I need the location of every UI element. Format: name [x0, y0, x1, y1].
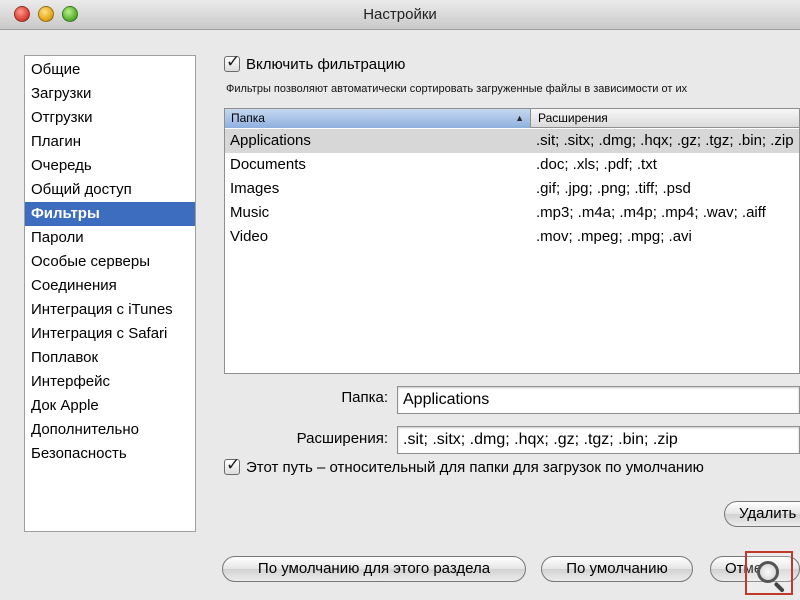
extensions-cell: .mp3; .m4a; .m4p; .mp4; .wav; .aiff: [536, 204, 766, 221]
folder-field-label: Папка:: [341, 389, 388, 406]
magnifier-handle: [773, 581, 785, 593]
sidebar-item-dock[interactable]: Док Apple: [25, 394, 195, 418]
section-defaults-button[interactable]: По умолчанию для этого раздела: [222, 556, 526, 582]
delete-button[interactable]: Удалить: [724, 501, 800, 527]
table-body: Applications .sit; .sitx; .dmg; .hqx; .g…: [225, 129, 799, 249]
filters-description: Фильтры позволяют автоматически сортиров…: [226, 83, 688, 95]
sort-ascending-icon: ▲: [515, 113, 524, 123]
folder-cell: Video: [230, 228, 269, 245]
table-row[interactable]: Applications .sit; .sitx; .dmg; .hqx; .g…: [225, 129, 799, 153]
sidebar-item-security[interactable]: Безопасность: [25, 442, 195, 466]
magnifier-icon: [757, 561, 779, 583]
extensions-cell: .gif; .jpg; .png; .tiff; .psd: [536, 180, 691, 197]
sidebar-item-uploads[interactable]: Отгрузки: [25, 106, 195, 130]
folder-cell: Documents: [230, 156, 306, 173]
title-bar: Настройки: [0, 0, 800, 30]
sidebar-item-itunes[interactable]: Интеграция с iTunes: [25, 298, 195, 322]
sidebar-item-advanced[interactable]: Дополнительно: [25, 418, 195, 442]
folder-cell: Music: [230, 204, 270, 221]
table-row[interactable]: Video .mov; .mpeg; .mpg; .avi: [225, 225, 799, 249]
table-row[interactable]: Images .gif; .jpg; .png; .tiff; .psd: [225, 177, 799, 201]
sidebar-item-passwords[interactable]: Пароли: [25, 226, 195, 250]
sidebar-item-float[interactable]: Поплавок: [25, 346, 195, 370]
relative-path-label[interactable]: Этот путь – относительный для папки для …: [246, 459, 704, 476]
sidebar-item-connections[interactable]: Соединения: [25, 274, 195, 298]
column-header-folder[interactable]: Папка ▲: [225, 109, 531, 128]
column-header-extensions[interactable]: Расширения: [532, 109, 799, 128]
sidebar-item-sharing[interactable]: Общий доступ: [25, 178, 195, 202]
relative-path-checkbox[interactable]: ✓: [224, 455, 240, 475]
sidebar-item-special-servers[interactable]: Особые серверы: [25, 250, 195, 274]
zoom-overlay[interactable]: [745, 551, 793, 595]
checkmark-icon: ✓: [226, 52, 241, 71]
checkmark-icon: ✓: [226, 455, 241, 474]
sidebar-item-plugin[interactable]: Плагин: [25, 130, 195, 154]
preferences-window: Настройки Общие Загрузки Отгрузки Плагин…: [0, 0, 800, 600]
sidebar-item-filters[interactable]: Фильтры: [25, 202, 195, 226]
sidebar-item-safari[interactable]: Интеграция с Safari: [25, 322, 195, 346]
window-title: Настройки: [363, 6, 437, 23]
extensions-cell: .doc; .xls; .pdf; .txt: [536, 156, 657, 173]
extensions-cell: .mov; .mpeg; .mpg; .avi: [536, 228, 692, 245]
table-header: Папка ▲ Расширения: [225, 109, 799, 128]
table-row[interactable]: Music .mp3; .m4a; .m4p; .mp4; .wav; .aif…: [225, 201, 799, 225]
sidebar-item-queue[interactable]: Очередь: [25, 154, 195, 178]
filters-table: Папка ▲ Расширения Applications .sit; .s…: [224, 108, 800, 374]
sidebar: Общие Загрузки Отгрузки Плагин Очередь О…: [24, 55, 196, 532]
defaults-button[interactable]: По умолчанию: [541, 556, 693, 582]
folder-cell: Images: [230, 180, 280, 197]
sidebar-item-interface[interactable]: Интерфейс: [25, 370, 195, 394]
sidebar-item-downloads[interactable]: Загрузки: [25, 82, 195, 106]
extensions-field[interactable]: .sit; .sitx; .dmg; .hqx; .gz; .tgz; .bin…: [397, 426, 800, 454]
sidebar-item-general[interactable]: Общие: [25, 58, 195, 82]
folder-field[interactable]: Applications: [397, 386, 800, 414]
column-header-folder-label: Папка: [231, 111, 265, 125]
enable-filtering-label[interactable]: Включить фильтрацию: [246, 56, 405, 73]
enable-filtering-checkbox[interactable]: ✓: [224, 52, 240, 72]
table-row[interactable]: Documents .doc; .xls; .pdf; .txt: [225, 153, 799, 177]
folder-cell: Applications: [230, 132, 311, 149]
extensions-field-label: Расширения:: [296, 430, 388, 447]
extensions-cell: .sit; .sitx; .dmg; .hqx; .gz; .tgz; .bin…: [536, 132, 794, 149]
